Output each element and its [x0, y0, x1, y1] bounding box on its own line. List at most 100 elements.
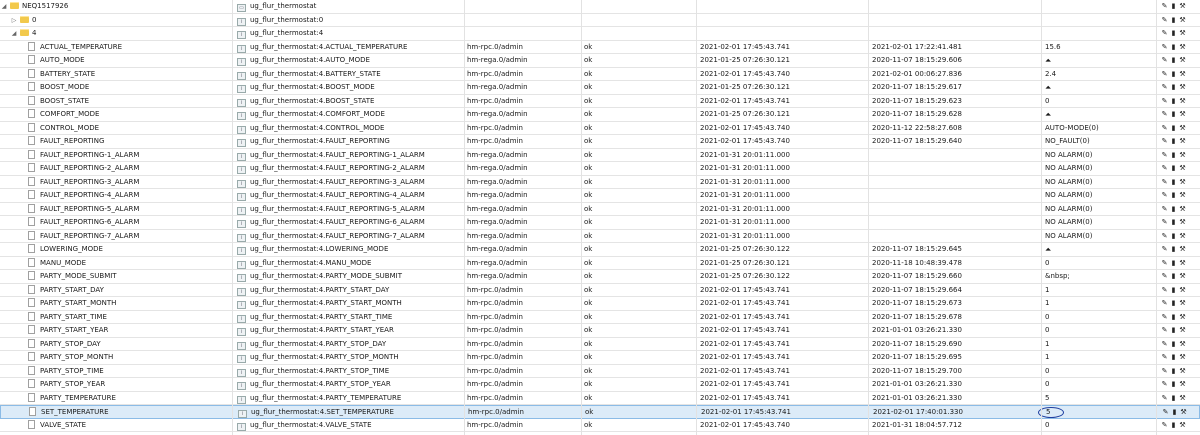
value-cell[interactable]: &nbsp; [1045, 270, 1155, 283]
state-value[interactable]: &nbsp; [1045, 272, 1070, 280]
wrench-icon[interactable]: ⚒ [1178, 230, 1187, 243]
wrench-icon[interactable]: ⚒ [1178, 68, 1187, 81]
collapsed-arrow-icon[interactable]: ▷ [10, 14, 18, 27]
wrench-icon[interactable]: ⚒ [1178, 54, 1187, 67]
state-row[interactable]: PARTY_STOP_DAY i ug_flur_thermostat:4.PART… [0, 338, 1200, 351]
value-cell[interactable]: 0 [1045, 365, 1155, 378]
state-row[interactable]: COMFORT_MODE i ug_flur_thermostat:4.COMFOR… [0, 108, 1200, 122]
state-row[interactable]: FAULT_REPORTING-3_ALARM i ug_flur_thermost… [0, 176, 1200, 189]
wrench-icon[interactable]: ⚒ [1178, 270, 1187, 283]
state-value[interactable]: 1 [1045, 286, 1049, 294]
trash-icon[interactable]: ▮ [1169, 216, 1178, 229]
pencil-icon[interactable]: ✎ [1160, 378, 1169, 391]
state-value[interactable]: NO_FAULT(0) [1045, 137, 1090, 145]
wrench-icon[interactable]: ⚒ [1178, 351, 1187, 364]
state-value[interactable]: 2.4 [1045, 70, 1056, 78]
pencil-icon[interactable]: ✎ [1160, 122, 1169, 135]
state-row[interactable]: ACTUAL_TEMPERATURE i ug_flur_thermostat:4.… [0, 41, 1200, 54]
state-value[interactable]: 0 [1045, 367, 1049, 375]
wrench-icon[interactable]: ⚒ [1178, 243, 1187, 256]
value-cell[interactable]: NO ALARM(0) [1045, 203, 1155, 216]
state-row[interactable]: PARTY_START_TIME i ug_flur_thermostat:4.PA… [0, 311, 1200, 324]
bell-button-icon[interactable]: ⏶ [1045, 83, 1051, 92]
trash-icon[interactable]: ▮ [1170, 406, 1179, 419]
trash-icon[interactable]: ▮ [1169, 122, 1178, 135]
state-row[interactable]: FAULT_REPORTING-2_ALARM i ug_flur_thermost… [0, 162, 1200, 176]
trash-icon[interactable]: ▮ [1169, 419, 1178, 432]
trash-icon[interactable]: ▮ [1169, 54, 1178, 67]
state-value[interactable]: NO ALARM(0) [1045, 205, 1092, 213]
pencil-icon[interactable]: ✎ [1160, 189, 1169, 202]
value-cell[interactable]: NO ALARM(0) [1045, 189, 1155, 202]
value-cell[interactable]: 0 [1045, 311, 1155, 324]
pencil-icon[interactable]: ✎ [1160, 257, 1169, 270]
state-value[interactable]: NO ALARM(0) [1045, 191, 1092, 199]
state-row[interactable]: MANU_MODE i ug_flur_thermostat:4.MANU_MODE… [0, 257, 1200, 270]
state-value[interactable]: 1 [1045, 340, 1049, 348]
pencil-icon[interactable]: ✎ [1160, 284, 1169, 297]
wrench-icon[interactable]: ⚒ [1178, 27, 1187, 40]
state-value[interactable]: 15.6 [1045, 43, 1061, 51]
wrench-icon[interactable]: ⚒ [1178, 0, 1187, 13]
trash-icon[interactable]: ▮ [1169, 68, 1178, 81]
value-cell[interactable]: NO ALARM(0) [1045, 216, 1155, 229]
state-value[interactable]: 0 [1045, 380, 1049, 388]
trash-icon[interactable]: ▮ [1169, 203, 1178, 216]
bell-button-icon[interactable]: ⏶ [1045, 110, 1051, 119]
value-cell[interactable]: 0 [1045, 419, 1155, 432]
wrench-icon[interactable]: ⚒ [1178, 95, 1187, 108]
state-value[interactable]: 0 [1045, 326, 1049, 334]
tree-row-channel-0[interactable]: ▷ 0 i ug_flur_thermostat:0 ✎ ▮ ⚒ [0, 14, 1200, 27]
expanded-arrow-icon[interactable]: ◢ [0, 0, 8, 13]
state-row[interactable]: PARTY_STOP_MONTH i ug_flur_thermostat:4.PA… [0, 351, 1200, 365]
wrench-icon[interactable]: ⚒ [1178, 257, 1187, 270]
value-cell[interactable]: 1 [1045, 284, 1155, 297]
tree-row-channel-4[interactable]: ◢ 4 i ug_flur_thermostat:4 ✎ ▮ ⚒ [0, 27, 1200, 41]
value-cell[interactable]: 1 [1045, 297, 1155, 310]
value-cell[interactable]: NO_FAULT(0) [1045, 135, 1155, 148]
pencil-icon[interactable]: ✎ [1160, 297, 1169, 310]
trash-icon[interactable]: ▮ [1169, 81, 1178, 94]
trash-icon[interactable]: ▮ [1169, 338, 1178, 351]
wrench-icon[interactable]: ⚒ [1178, 135, 1187, 148]
state-row[interactable]: PARTY_STOP_TIME i ug_flur_thermostat:4.PAR… [0, 365, 1200, 378]
state-value[interactable]: 1 [1045, 299, 1049, 307]
value-cell[interactable]: NO ALARM(0) [1045, 176, 1155, 189]
tree-row-root[interactable]: ◢ NEQ1517926 ▭ ug_flur_thermostat ✎ ▮ ⚒ [0, 0, 1200, 14]
state-row[interactable]: PARTY_START_YEAR i ug_flur_thermostat:4.PA… [0, 324, 1200, 338]
value-cell[interactable]: 1 [1045, 338, 1155, 351]
wrench-icon[interactable]: ⚒ [1178, 216, 1187, 229]
state-row[interactable]: SET_TEMPERATURE i ug_flur_thermostat:4.SET… [0, 405, 1200, 419]
state-row[interactable]: CONTROL_MODE i ug_flur_thermostat:4.CONTRO… [0, 122, 1200, 135]
wrench-icon[interactable]: ⚒ [1178, 365, 1187, 378]
pencil-icon[interactable]: ✎ [1160, 230, 1169, 243]
state-value[interactable]: 0 [1045, 421, 1049, 429]
pencil-icon[interactable]: ✎ [1161, 406, 1170, 419]
state-row[interactable]: LOWERING_MODE i ug_flur_thermostat:4.LOWER… [0, 243, 1200, 257]
wrench-icon[interactable]: ⚒ [1178, 392, 1187, 405]
state-value[interactable]: 0 [1045, 259, 1049, 267]
pencil-icon[interactable]: ✎ [1160, 95, 1169, 108]
pencil-icon[interactable]: ✎ [1160, 68, 1169, 81]
value-cell[interactable]: AUTO-MODE(0) [1045, 122, 1155, 135]
trash-icon[interactable]: ▮ [1169, 297, 1178, 310]
trash-icon[interactable]: ▮ [1169, 270, 1178, 283]
trash-icon[interactable]: ▮ [1169, 351, 1178, 364]
state-value[interactable]: NO ALARM(0) [1045, 151, 1092, 159]
wrench-icon[interactable]: ⚒ [1178, 324, 1187, 337]
pencil-icon[interactable]: ✎ [1160, 311, 1169, 324]
bell-button-icon[interactable]: ⏶ [1045, 56, 1051, 65]
value-cell[interactable]: 0 [1045, 378, 1155, 391]
trash-icon[interactable]: ▮ [1169, 0, 1178, 13]
state-row[interactable]: PARTY_STOP_YEAR i ug_flur_thermostat:4.PAR… [0, 378, 1200, 392]
state-value[interactable]: NO ALARM(0) [1045, 218, 1092, 226]
state-row[interactable]: VALVE_STATE i ug_flur_thermostat:4.VALVE_S… [0, 419, 1200, 432]
pencil-icon[interactable]: ✎ [1160, 216, 1169, 229]
state-row[interactable]: FAULT_REPORTING-4_ALARM i ug_flur_thermost… [0, 189, 1200, 203]
wrench-icon[interactable]: ⚒ [1178, 14, 1187, 27]
state-row[interactable]: PARTY_START_MONTH i ug_flur_thermostat:4.P… [0, 297, 1200, 311]
trash-icon[interactable]: ▮ [1169, 257, 1178, 270]
pencil-icon[interactable]: ✎ [1160, 324, 1169, 337]
wrench-icon[interactable]: ⚒ [1178, 297, 1187, 310]
wrench-icon[interactable]: ⚒ [1178, 122, 1187, 135]
